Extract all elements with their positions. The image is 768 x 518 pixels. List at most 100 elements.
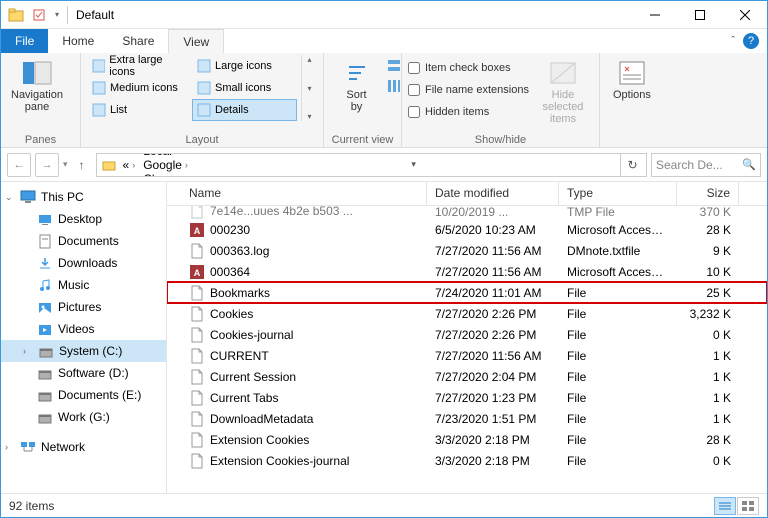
history-dropdown-icon[interactable]: ▾ <box>63 159 68 170</box>
up-button[interactable]: ↑ <box>72 153 92 177</box>
group-current-view: Sort by Current view <box>324 53 402 147</box>
columns-icon <box>387 79 401 93</box>
titlebar: ▾ Default <box>1 1 767 29</box>
help-icon[interactable]: ? <box>743 33 759 49</box>
group-label-show-hide: Show/hide <box>408 132 593 147</box>
file-row[interactable]: DownloadMetadata7/23/2020 1:51 PMFile1 K <box>167 408 767 429</box>
layout-large-icons[interactable]: Large icons <box>192 55 297 77</box>
tree-videos[interactable]: Videos <box>1 318 166 340</box>
tree-pictures[interactable]: Pictures <box>1 296 166 318</box>
hide-selected-button[interactable]: Hide selected items <box>533 55 593 125</box>
tab-file[interactable]: File <box>1 29 48 53</box>
check-file-name-extensions[interactable]: File name extensions <box>408 79 529 101</box>
group-label-panes: Panes <box>7 132 74 147</box>
tree-network[interactable]: › Network <box>1 436 166 458</box>
breadcrumb[interactable]: « › 123 ›AppData ›Local ›Google ›Chrome … <box>96 153 647 177</box>
hide-icon <box>547 59 579 87</box>
address-dropdown-icon[interactable]: ▾ <box>405 153 423 177</box>
crumb-google[interactable]: Google › <box>139 158 207 172</box>
tree-work-g-[interactable]: Work (G:) <box>1 406 166 428</box>
ribbon-tabs: File Home Share View ˆ ? <box>1 29 767 53</box>
tab-view[interactable]: View <box>168 29 224 53</box>
address-bar: ← → ▾ ↑ « › 123 ›AppData ›Local ›Google … <box>1 148 767 182</box>
group-panes: Navigation pane Panes <box>1 53 81 147</box>
search-icon: 🔍 <box>742 158 756 171</box>
file-row[interactable]: A0003647/27/2020 11:56 AMMicrosoft Acces… <box>167 261 767 282</box>
file-row[interactable]: Cookies-journal7/27/2020 2:26 PMFile0 K <box>167 324 767 345</box>
navigation-pane[interactable]: ⌄ This PC DesktopDocumentsDownloadsMusic… <box>1 182 167 494</box>
file-row[interactable]: CURRENT7/27/2020 11:56 AMFile1 K <box>167 345 767 366</box>
col-type[interactable]: Type <box>559 182 677 205</box>
close-button[interactable] <box>722 1 767 29</box>
tree-this-pc[interactable]: ⌄ This PC <box>1 186 166 208</box>
window-title: Default <box>76 8 114 22</box>
layout-scroll[interactable]: ▴▾▾ <box>301 55 317 121</box>
file-rows[interactable]: 7e14e...uues 4b2e b503 ...10/20/2019 ...… <box>167 206 767 494</box>
file-row[interactable]: 000363.log7/27/2020 11:56 AMDMnote.txtfi… <box>167 240 767 261</box>
window-buttons <box>632 1 767 29</box>
col-name[interactable]: Name <box>167 182 427 205</box>
check-item-check-boxes[interactable]: Item check boxes <box>408 57 529 79</box>
forward-button[interactable]: → <box>35 153 59 177</box>
current-view-more[interactable] <box>387 55 395 93</box>
file-row[interactable]: 7e14e...uues 4b2e b503 ...10/20/2019 ...… <box>167 206 767 219</box>
file-list: Name Date modified Type Size 7e14e...uue… <box>167 182 767 494</box>
navigation-pane-icon <box>21 59 53 87</box>
tab-home[interactable]: Home <box>48 29 108 53</box>
expand-icon[interactable]: › <box>5 442 15 452</box>
maximize-button[interactable] <box>677 1 722 29</box>
column-headers: Name Date modified Type Size <box>167 182 767 206</box>
group-show-hide: Item check boxesFile name extensionsHidd… <box>402 53 600 147</box>
check-hidden-items[interactable]: Hidden items <box>408 101 529 123</box>
search-input[interactable]: Search De... 🔍 <box>651 153 761 177</box>
crumb-ellipsis[interactable]: « › <box>119 158 140 172</box>
minimize-button[interactable] <box>632 1 677 29</box>
expand-icon[interactable]: ⌄ <box>5 192 15 203</box>
quick-access-toolbar: ▾ <box>5 4 63 26</box>
thumbnails-view-button[interactable] <box>737 497 759 515</box>
tree-desktop[interactable]: Desktop <box>1 208 166 230</box>
sort-icon <box>341 59 373 87</box>
file-row[interactable]: Bookmarks7/24/2020 11:01 AMFile25 K <box>167 282 767 303</box>
group-layout: Extra large iconsLarge iconsMedium icons… <box>81 53 324 147</box>
svg-text:A: A <box>194 268 201 278</box>
svg-text:A: A <box>194 226 201 236</box>
file-row[interactable]: Current Session7/27/2020 2:04 PMFile1 K <box>167 366 767 387</box>
tree-documents[interactable]: Documents <box>1 230 166 252</box>
layout-small-icons[interactable]: Small icons <box>192 77 297 99</box>
properties-icon[interactable] <box>28 4 50 26</box>
sort-by-button[interactable]: Sort by <box>330 55 383 113</box>
layout-extra-large-icons[interactable]: Extra large icons <box>87 55 192 77</box>
layout-medium-icons[interactable]: Medium icons <box>87 77 192 99</box>
file-row[interactable]: Current Tabs7/27/2020 1:23 PMFile1 K <box>167 387 767 408</box>
col-date[interactable]: Date modified <box>427 182 559 205</box>
folder-icon <box>99 158 119 172</box>
group-label-layout: Layout <box>87 132 317 147</box>
crumb-chrome[interactable]: Chrome › <box>139 172 207 177</box>
file-row[interactable]: Cookies7/27/2020 2:26 PMFile3,232 K <box>167 303 767 324</box>
tree-documents-e-[interactable]: Documents (E:) <box>1 384 166 406</box>
pc-icon <box>20 189 36 205</box>
file-row[interactable]: A0002306/5/2020 10:23 AMMicrosoft Access… <box>167 219 767 240</box>
layout-gallery[interactable]: Extra large iconsLarge iconsMedium icons… <box>87 55 297 121</box>
options-button[interactable]: Options <box>606 55 658 101</box>
refresh-button[interactable]: ↻ <box>620 153 644 177</box>
navigation-pane-button[interactable]: Navigation pane <box>7 55 67 113</box>
folder-icon <box>5 4 27 26</box>
tree-music[interactable]: Music <box>1 274 166 296</box>
separator <box>67 6 68 24</box>
minimize-ribbon-icon[interactable]: ˆ <box>731 35 735 47</box>
back-button[interactable]: ← <box>7 153 31 177</box>
col-size[interactable]: Size <box>677 182 739 205</box>
network-icon <box>20 439 36 455</box>
tab-share[interactable]: Share <box>108 29 168 53</box>
qat-dropdown-icon[interactable]: ▾ <box>51 4 63 26</box>
file-row[interactable]: Extension Cookies3/3/2020 2:18 PMFile28 … <box>167 429 767 450</box>
tree-downloads[interactable]: Downloads <box>1 252 166 274</box>
layout-list[interactable]: List <box>87 99 192 121</box>
tree-software-d-[interactable]: Software (D:) <box>1 362 166 384</box>
file-row[interactable]: Extension Cookies-journal3/3/2020 2:18 P… <box>167 450 767 471</box>
layout-details[interactable]: Details <box>192 99 297 121</box>
tree-system-c-[interactable]: ›System (C:) <box>1 340 166 362</box>
details-view-button[interactable] <box>714 497 736 515</box>
